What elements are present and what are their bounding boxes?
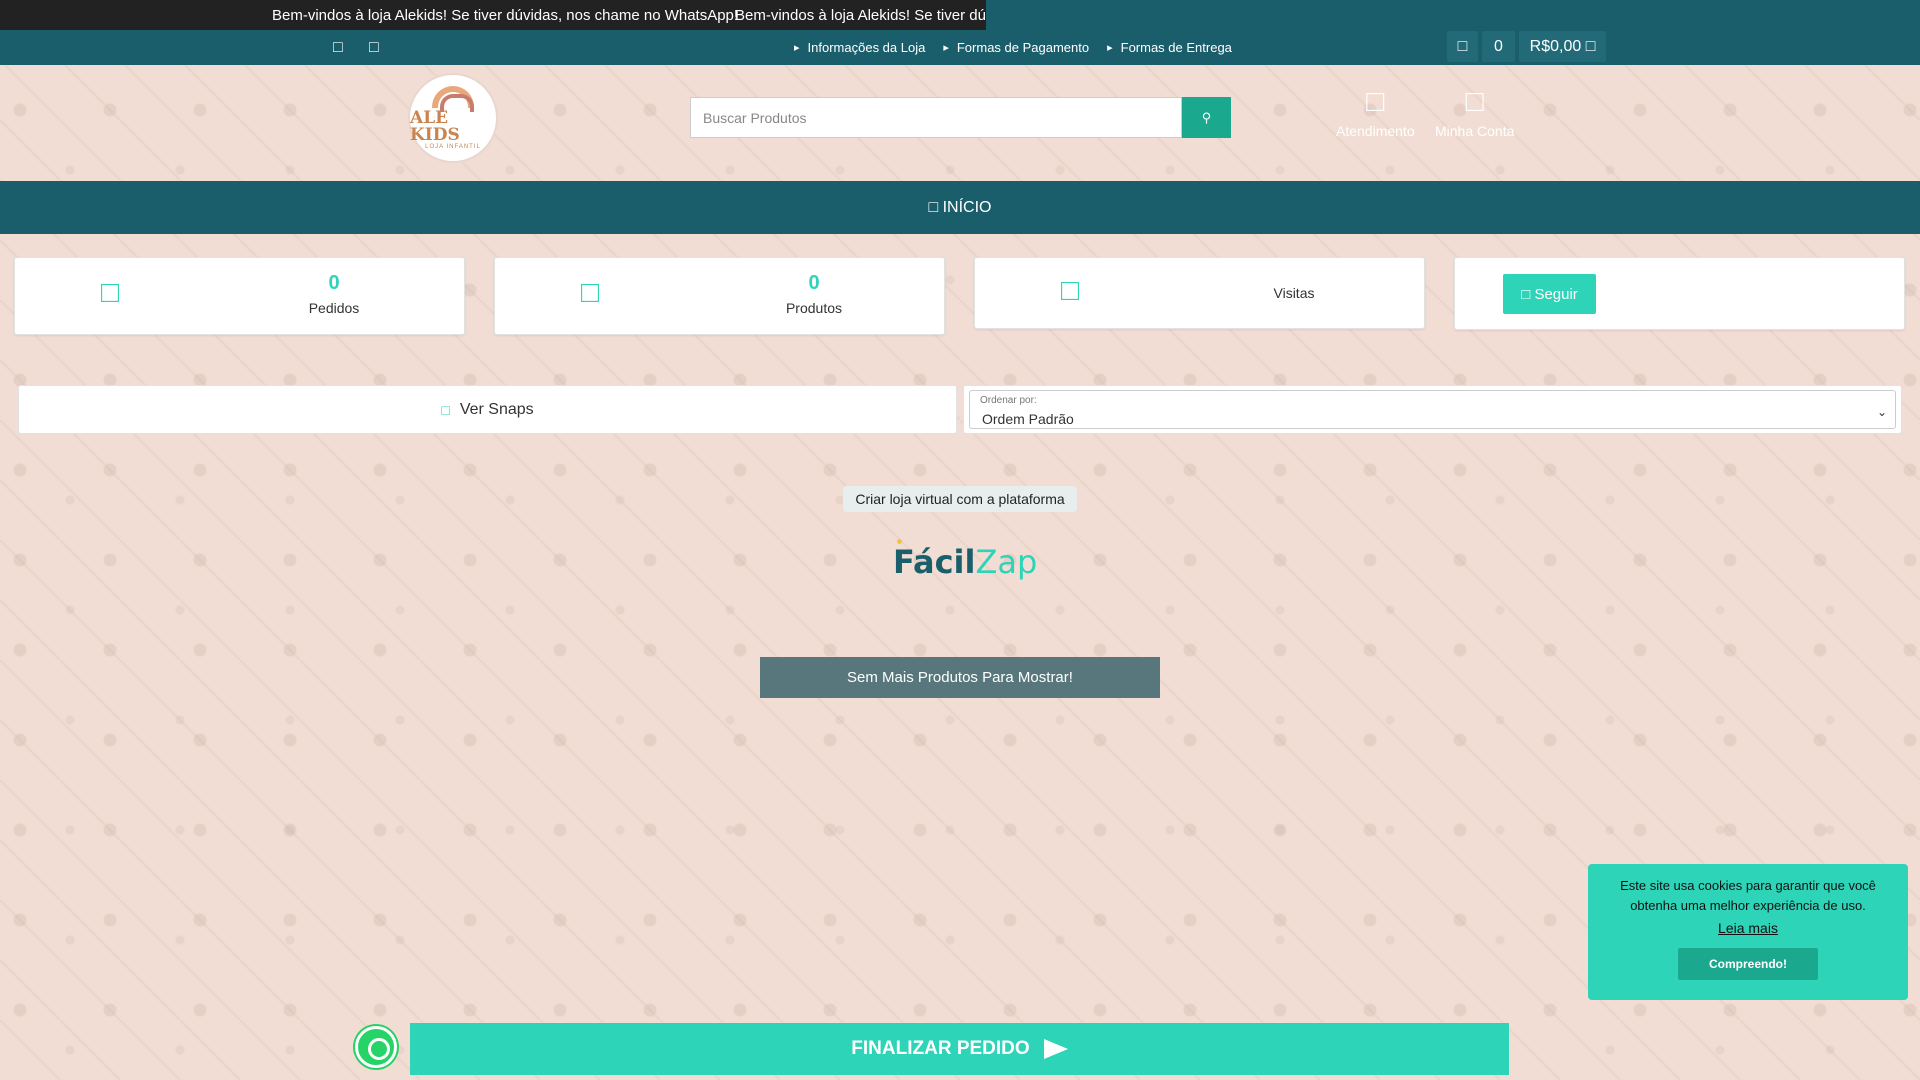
cookie-banner: Este site usa cookies para garantir que …	[1588, 864, 1908, 1000]
heart-icon: □	[1521, 285, 1531, 303]
main-menu: □ INÍCIO	[0, 181, 1920, 234]
cart-count[interactable]: 0	[1482, 31, 1515, 62]
headset-icon: □	[1366, 85, 1385, 118]
search-bar: ⚲	[690, 97, 1231, 138]
truck-icon: ▸	[1107, 42, 1113, 54]
link-store-info[interactable]: ▸ Informações da Loja	[794, 40, 925, 55]
cookie-text: Este site usa cookies para garantir que …	[1620, 878, 1876, 913]
stat-card-products: □ 0 Produtos	[494, 257, 945, 335]
no-more-products: Sem Mais Produtos Para Mostrar!	[760, 657, 1160, 698]
cart-icon[interactable]: □	[1447, 31, 1478, 62]
orders-count: 0	[328, 272, 340, 294]
user-icon: □	[1465, 85, 1484, 118]
logo-dot	[897, 539, 902, 544]
marquee-bar: Bem-vindos à loja Alekids! Se tiver dúvi…	[0, 0, 1920, 30]
marquee-message: Bem-vindos à loja Alekids! Se tiver dúvi…	[272, 7, 739, 24]
products-count: 0	[808, 272, 820, 294]
search-input[interactable]	[690, 97, 1182, 138]
stat-card-orders: □ 0 Pedidos	[14, 257, 465, 335]
facilzap-logo[interactable]: FácilZap	[893, 539, 1037, 581]
finalize-order-button[interactable]: FINALIZAR PEDIDO	[410, 1023, 1509, 1075]
instagram-icon[interactable]: □	[369, 39, 379, 57]
chevron-down-icon: ⌄	[1876, 405, 1887, 419]
top-nav: □ □ ▸ Informações da Loja ▸ Formas de Pa…	[0, 30, 1920, 65]
search-button[interactable]: ⚲	[1182, 97, 1231, 138]
stat-card-visits: □ Visitas	[974, 257, 1425, 329]
view-snaps-button[interactable]: □ Ver Snaps	[18, 385, 957, 434]
cookie-accept-button[interactable]: Compreendo!	[1678, 948, 1818, 980]
rainbow-icon	[432, 86, 474, 112]
sort-panel: Ordenar por: Ordem Padrão ⌄	[963, 385, 1902, 434]
whatsapp-icon[interactable]	[355, 1026, 397, 1068]
camera-icon: □	[441, 401, 450, 418]
link-delivery-methods[interactable]: ▸ Formas de Entrega	[1107, 40, 1232, 55]
products-icon: □	[581, 276, 600, 309]
eye-icon: □	[1061, 274, 1080, 307]
orders-label: Pedidos	[308, 300, 360, 316]
orders-icon: □	[101, 276, 120, 309]
home-icon: □	[928, 198, 939, 216]
store-info-links: ▸ Informações da Loja ▸ Formas de Pagame…	[794, 40, 1232, 55]
atendimento-button[interactable]: □ Atendimento	[1336, 85, 1415, 140]
cookie-learn-more-link[interactable]: Leia mais	[1606, 918, 1890, 938]
follow-button[interactable]: □ Seguir	[1503, 274, 1596, 314]
marquee-message: Bem-vindos à loja Alekids! Se tiver dúvi…	[735, 7, 986, 24]
marquee-strip: Bem-vindos à loja Alekids! Se tiver dúvi…	[0, 0, 986, 30]
link-payment-methods[interactable]: ▸ Formas de Pagamento	[943, 40, 1089, 55]
platform-link[interactable]: Criar loja virtual com a plataforma	[843, 486, 1077, 512]
info-icon: ▸	[794, 42, 800, 54]
store-logo[interactable]: ALE KIDS LOJA INFANTIL	[408, 73, 498, 163]
send-icon	[1043, 1039, 1068, 1059]
header: ALE KIDS LOJA INFANTIL ⚲ □ Atendimento □…	[0, 65, 1920, 181]
facebook-icon[interactable]: □	[333, 39, 343, 57]
cart-group: □ 0 R$0,00 □	[1447, 31, 1606, 62]
search-icon: ⚲	[1201, 109, 1212, 125]
cart-caret-icon: □	[1585, 37, 1596, 55]
cart-total[interactable]: R$0,00 □	[1519, 31, 1606, 62]
products-label: Produtos	[785, 300, 843, 316]
menu-item-home[interactable]: □ INÍCIO	[928, 199, 991, 217]
credit-card-icon: ▸	[943, 42, 949, 54]
stat-card-follow: □ Seguir	[1454, 257, 1905, 330]
sort-select[interactable]: Ordenar por: Ordem Padrão ⌄	[969, 390, 1896, 429]
visits-label: Visitas	[1273, 285, 1315, 301]
account-button[interactable]: □ Minha Conta	[1435, 85, 1514, 140]
